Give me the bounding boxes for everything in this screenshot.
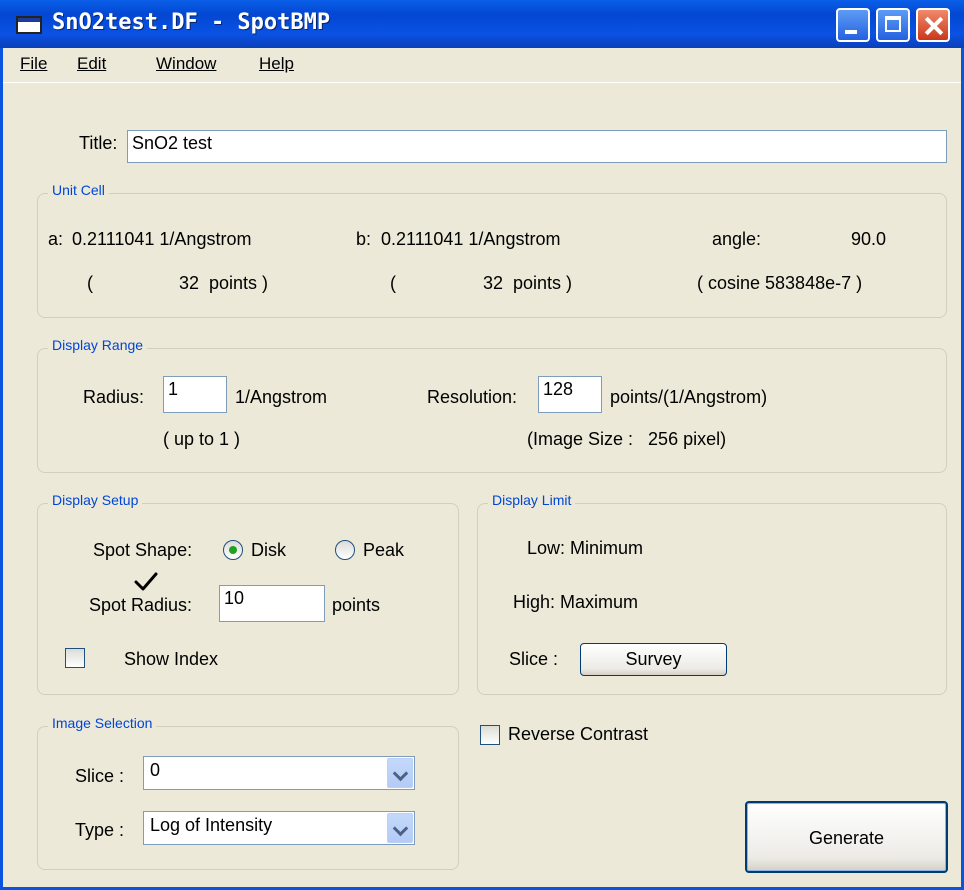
menu-window[interactable]: Window (156, 54, 216, 74)
unit-cell-angle-label: angle: (712, 229, 762, 249)
spot-shape-label: Spot Shape: (93, 540, 193, 560)
spot-radius-unit: points (332, 595, 381, 615)
image-slice-select[interactable]: 0 (143, 756, 415, 790)
title-bar[interactable]: SnO2test.DF - SpotBMP (0, 0, 964, 48)
image-slice-label: Slice : (75, 766, 125, 786)
show-index-label[interactable]: Show Index (124, 649, 218, 670)
spot-shape-disk-radio[interactable] (223, 540, 243, 560)
spot-radius-label: Spot Radius: (89, 595, 193, 615)
resolution-input[interactable]: 128 (538, 376, 602, 413)
a-points-paren: ( (87, 273, 93, 293)
unit-cell-a-label: a: (48, 229, 64, 249)
radius-input[interactable]: 1 (163, 376, 227, 413)
survey-button[interactable]: Survey (580, 643, 727, 676)
checkmark-icon (134, 572, 158, 591)
window-title: SnO2test.DF - SpotBMP (52, 10, 331, 35)
unit-cell-group-title: Unit Cell (48, 182, 109, 198)
image-selection-group-title: Image Selection (48, 715, 157, 731)
image-selection-group: Image Selection (37, 715, 459, 870)
unit-cell-a-value: 0.2111041 1/Angstrom (72, 229, 252, 249)
radius-label: Radius: (83, 387, 145, 407)
menu-file-label: File (20, 54, 48, 73)
show-index-checkbox[interactable] (65, 648, 85, 668)
limit-slice-label: Slice : (509, 649, 559, 669)
cosine-value: ( cosine 583848e-7 ) (697, 273, 863, 293)
menu-help-label: Help (259, 54, 294, 73)
maximize-button[interactable] (876, 8, 910, 42)
spot-radius-input[interactable]: 10 (219, 585, 325, 622)
title-label: Title: (79, 133, 118, 153)
menu-bar: File Edit Window Help (3, 48, 961, 83)
radius-unit: 1/Angstrom (235, 387, 328, 407)
spot-shape-peak-radio[interactable] (335, 540, 355, 560)
chevron-down-icon[interactable] (387, 758, 413, 788)
b-points: 32 points ) (483, 273, 573, 293)
image-size: (Image Size : 256 pixel) (527, 429, 727, 449)
unit-cell-angle-value: 90.0 (851, 229, 887, 249)
menu-edit[interactable]: Edit (77, 54, 106, 74)
title-input[interactable]: SnO2 test (127, 130, 947, 163)
menu-window-label: Window (156, 54, 217, 73)
unit-cell-b-label: b: (356, 229, 372, 249)
spot-shape-peak-label[interactable]: Peak (363, 540, 404, 561)
b-points-paren: ( (390, 273, 396, 293)
unit-cell-b-value: 0.2111041 1/Angstrom (381, 229, 561, 249)
image-slice-value: 0 (150, 760, 161, 780)
chevron-down-icon[interactable] (387, 813, 413, 843)
minimize-button[interactable] (836, 8, 870, 42)
window-app-icon[interactable] (16, 16, 42, 34)
display-limit-group-title: Display Limit (488, 492, 576, 508)
display-setup-group-title: Display Setup (48, 492, 143, 508)
resolution-label: Resolution: (427, 387, 518, 407)
app-window: SnO2test.DF - SpotBMP File Edit Window H… (0, 0, 964, 890)
menu-edit-label: Edit (77, 54, 107, 73)
limit-low: Low: Minimum (527, 538, 644, 558)
menu-file[interactable]: File (20, 54, 47, 74)
menu-help[interactable]: Help (259, 54, 294, 74)
radius-hint: ( up to 1 ) (163, 429, 241, 449)
generate-button[interactable]: Generate (745, 801, 948, 873)
display-range-group-title: Display Range (48, 337, 148, 353)
image-type-select[interactable]: Log of Intensity (143, 811, 415, 845)
unit-cell-group: Unit Cell (37, 182, 947, 318)
close-button[interactable] (916, 8, 950, 42)
spot-shape-disk-label[interactable]: Disk (251, 540, 286, 561)
resolution-unit: points/(1/Angstrom) (610, 387, 768, 407)
reverse-contrast-checkbox[interactable] (480, 725, 500, 745)
limit-high: High: Maximum (513, 592, 639, 612)
image-type-value: Log of Intensity (150, 815, 273, 835)
image-type-label: Type : (75, 820, 125, 840)
reverse-contrast-label[interactable]: Reverse Contrast (508, 724, 648, 745)
a-points: 32 points ) (179, 273, 269, 293)
